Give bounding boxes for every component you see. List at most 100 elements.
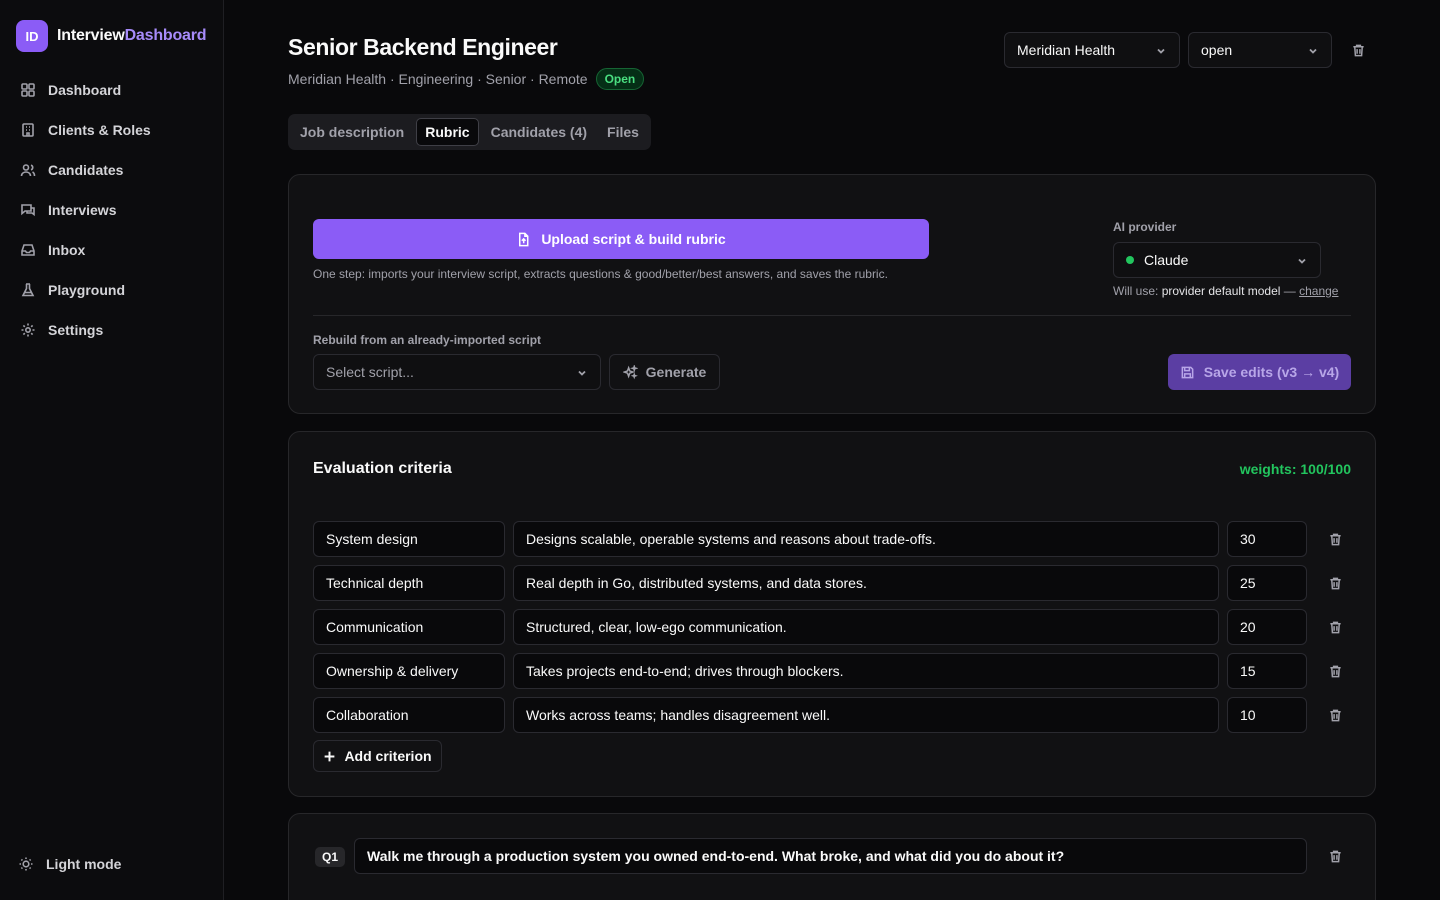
light-mode-label: Light mode — [46, 856, 122, 872]
criterion-row: Ownership & delivery Takes projects end-… — [313, 653, 1353, 689]
delete-criterion-button[interactable] — [1325, 529, 1345, 549]
status-select-value: open — [1201, 42, 1233, 58]
trash-icon — [1352, 44, 1364, 56]
criterion-name-input[interactable]: Collaboration — [313, 697, 505, 733]
criterion-weight-input[interactable]: 10 — [1227, 697, 1307, 733]
criterion-row: Technical depth Real depth in Go, distri… — [313, 565, 1353, 601]
sidebar-item-label: Dashboard — [48, 82, 122, 98]
criterion-name-input[interactable]: Communication — [313, 609, 505, 645]
model-info: Will use: provider default model — chang… — [1113, 284, 1338, 298]
delete-criterion-button[interactable] — [1325, 573, 1345, 593]
criterion-name-input[interactable]: Ownership & delivery — [313, 653, 505, 689]
gear-icon — [21, 323, 35, 337]
weights-summary: weights: 100/100 — [1239, 461, 1351, 477]
provider-status-dot — [1126, 256, 1134, 264]
tab-rubric[interactable]: Rubric — [416, 118, 479, 146]
building-icon — [22, 123, 34, 137]
tab-candidates[interactable]: Candidates (4) — [483, 118, 595, 146]
sidebar-item-interviews[interactable]: Interviews — [12, 194, 212, 226]
criterion-name-input[interactable]: System design — [313, 521, 505, 557]
criterion-weight-input[interactable]: 30 — [1227, 521, 1307, 557]
sidebar-item-dashboard[interactable]: Dashboard — [12, 74, 212, 106]
sidebar-item-clients-roles[interactable]: Clients & Roles — [12, 114, 212, 146]
criterion-name-input[interactable]: Technical depth — [313, 565, 505, 601]
ai-provider-select[interactable]: Claude — [1113, 242, 1321, 278]
rubric-builder-card: Upload script & build rubric One step: i… — [288, 174, 1376, 414]
light-mode-toggle[interactable]: Light mode — [18, 856, 121, 872]
rebuild-label: Rebuild from an already-imported script — [313, 333, 542, 347]
delete-criterion-button[interactable] — [1325, 617, 1345, 637]
users-icon — [20, 164, 36, 177]
trash-icon — [1329, 850, 1341, 862]
evaluation-criteria-card: Evaluation criteria weights: 100/100 Sys… — [288, 431, 1376, 797]
grid-icon — [21, 83, 35, 97]
script-select-placeholder: Select script... — [326, 364, 414, 380]
trash-icon — [1329, 709, 1341, 721]
app-name-part1: Interview — [57, 27, 125, 44]
criterion-weight-input[interactable]: 25 — [1227, 565, 1307, 601]
change-model-link[interactable]: change — [1299, 284, 1338, 298]
script-select[interactable]: Select script... — [313, 354, 601, 390]
criterion-description-input[interactable]: Real depth in Go, distributed systems, a… — [513, 565, 1219, 601]
sidebar-item-inbox[interactable]: Inbox — [12, 234, 212, 266]
status-select[interactable]: open — [1188, 32, 1332, 68]
upload-hint: One step: imports your interview script,… — [313, 267, 888, 281]
flask-icon — [21, 283, 35, 297]
chevron-down-icon — [1298, 258, 1306, 264]
sidebar-item-label: Candidates — [48, 162, 124, 178]
trash-icon — [1329, 665, 1341, 677]
save-edits-label: Save edits (v3 → v4) — [1203, 364, 1340, 380]
delete-criterion-button[interactable] — [1325, 705, 1345, 725]
role-meta-text: Meridian Health · Engineering · Senior ·… — [288, 71, 588, 87]
sidebar-item-label: Settings — [48, 322, 104, 338]
app-logo[interactable]: ID InterviewDashboard — [16, 20, 207, 52]
ai-provider-value: Claude — [1144, 252, 1189, 268]
tab-files[interactable]: Files — [599, 118, 647, 146]
sidebar-item-label: Interviews — [48, 202, 117, 218]
status-badge: Open — [595, 68, 645, 90]
add-criterion-label: Add criterion — [344, 748, 432, 764]
question-number-badge: Q1 — [315, 847, 346, 867]
criterion-description-input[interactable]: Designs scalable, operable systems and r… — [513, 521, 1219, 557]
criterion-row: System design Designs scalable, operable… — [313, 521, 1353, 557]
sidebar-item-label: Playground — [48, 282, 126, 298]
save-edits-button[interactable]: Save edits (v3 → v4) — [1168, 354, 1351, 390]
upload-script-button[interactable]: Upload script & build rubric — [313, 219, 929, 259]
generate-button[interactable]: Generate — [609, 354, 720, 390]
client-select-value: Meridian Health — [1017, 42, 1116, 58]
delete-criterion-button[interactable] — [1325, 661, 1345, 681]
will-use-model: provider default model — [1161, 284, 1281, 298]
trash-icon — [1329, 533, 1341, 545]
sidebar-item-label: Clients & Roles — [48, 122, 151, 138]
will-use-sep: — — [1283, 284, 1296, 298]
client-select[interactable]: Meridian Health — [1004, 32, 1180, 68]
criterion-description-input[interactable]: Works across teams; handles disagreement… — [513, 697, 1219, 733]
sun-icon — [19, 857, 33, 871]
trash-icon — [1329, 621, 1341, 633]
will-use-prefix: Will use: — [1113, 284, 1159, 298]
tab-bar: Job description Rubric Candidates (4) Fi… — [288, 114, 651, 150]
sidebar-item-settings[interactable]: Settings — [12, 314, 212, 346]
delete-role-button[interactable] — [1348, 40, 1368, 60]
criterion-row: Collaboration Works across teams; handle… — [313, 697, 1353, 733]
tab-job-description[interactable]: Job description — [292, 118, 412, 146]
sidebar-item-playground[interactable]: Playground — [12, 274, 212, 306]
criterion-row: Communication Structured, clear, low-ego… — [313, 609, 1353, 645]
sidebar-item-candidates[interactable]: Candidates — [12, 154, 212, 186]
chevron-down-icon — [578, 370, 586, 376]
criterion-weight-input[interactable]: 15 — [1227, 653, 1307, 689]
section-title: Evaluation criteria — [313, 460, 452, 477]
criterion-description-input[interactable]: Structured, clear, low-ego communication… — [513, 609, 1219, 645]
ai-provider-label: AI provider — [1113, 220, 1177, 234]
question-text-input[interactable]: Walk me through a production system you … — [354, 838, 1307, 874]
message-icon — [21, 204, 35, 217]
role-meta: Meridian Health · Engineering · Senior ·… — [288, 68, 645, 90]
criterion-description-input[interactable]: Takes projects end-to-end; drives throug… — [513, 653, 1219, 689]
add-criterion-button[interactable]: Add criterion — [313, 740, 442, 772]
delete-question-button[interactable] — [1325, 846, 1345, 866]
app-name-part2: Dashboard — [124, 27, 207, 44]
sidebar-nav: Dashboard Clients & Roles Candidates Int… — [12, 74, 212, 354]
criterion-weight-input[interactable]: 20 — [1227, 609, 1307, 645]
save-icon — [1181, 366, 1194, 378]
logo-badge: ID — [16, 20, 48, 52]
